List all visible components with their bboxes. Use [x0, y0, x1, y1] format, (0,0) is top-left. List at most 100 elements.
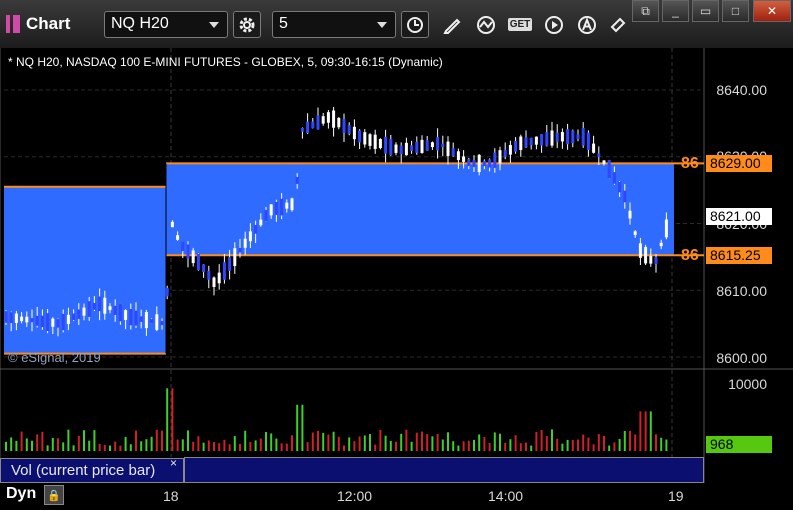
- symbol-dropdown[interactable]: NQ H20: [104, 11, 228, 38]
- candle-body: [66, 314, 70, 325]
- candle-body: [467, 159, 471, 167]
- candle-body: [191, 250, 195, 264]
- studies-button[interactable]: [472, 11, 500, 38]
- candle-body: [14, 313, 18, 323]
- price-axis-label: 8640.00: [716, 82, 767, 98]
- alert-a-icon: [578, 15, 596, 34]
- candle-body: [659, 242, 663, 247]
- gear-icon: [239, 17, 255, 32]
- candle-body: [160, 321, 164, 326]
- price-chart[interactable]: [0, 0, 793, 510]
- get-label: GET: [507, 18, 533, 31]
- candle-body: [363, 132, 367, 145]
- interval-value: 5: [279, 15, 288, 32]
- lock-button[interactable]: 🔒: [44, 485, 64, 505]
- minimize-window-button[interactable]: _: [662, 0, 689, 22]
- alert-button[interactable]: [573, 11, 601, 38]
- time-axis-label: 12:00: [337, 488, 373, 504]
- maximize-window-button[interactable]: □: [722, 0, 749, 22]
- candle-body: [534, 136, 538, 145]
- candle-body: [98, 296, 102, 312]
- candle-body: [311, 121, 315, 129]
- candle-body: [337, 117, 341, 128]
- candle-body: [618, 182, 622, 193]
- candle-body: [633, 231, 637, 235]
- candle-body: [87, 301, 91, 317]
- pin-icon: ▭: [699, 4, 712, 18]
- candle-body: [394, 144, 398, 153]
- price-axis-label: 8600.00: [716, 350, 767, 366]
- close-icon[interactable]: ×: [170, 456, 177, 470]
- candle-body: [300, 127, 304, 132]
- candle-body: [243, 238, 247, 248]
- candle-body: [290, 198, 294, 211]
- candle-body: [170, 221, 174, 228]
- candle-body: [368, 134, 372, 146]
- candle-body: [347, 125, 351, 134]
- candle-body: [316, 115, 320, 130]
- candle-body: [222, 262, 226, 280]
- watermark: © eSignal, 2019: [8, 350, 101, 365]
- candle-body: [644, 246, 648, 264]
- candle-body: [295, 176, 299, 184]
- candle-body: [550, 130, 554, 146]
- candle-body: [129, 309, 133, 326]
- lower-level-tag: 8615.25: [706, 247, 772, 264]
- dynamic-button[interactable]: Dyn: [6, 485, 36, 503]
- price-zone-early: [4, 186, 166, 354]
- candle-body: [9, 312, 13, 323]
- restore-window-button[interactable]: ⧉: [632, 0, 659, 22]
- lower-level-marker: 86: [681, 247, 699, 264]
- candle-body: [566, 129, 570, 145]
- play-button[interactable]: [540, 11, 568, 38]
- draw-button[interactable]: [438, 11, 466, 38]
- candle-body: [352, 126, 356, 140]
- chart-title: Chart: [6, 12, 70, 36]
- candle-body: [181, 241, 185, 252]
- candle-body: [51, 318, 55, 327]
- candle-body: [477, 154, 481, 173]
- candle-body: [144, 312, 148, 329]
- settings-button[interactable]: [233, 11, 261, 38]
- candle-body: [384, 136, 388, 154]
- candle-body: [378, 139, 382, 149]
- candle-body: [269, 204, 273, 216]
- candle-body: [592, 143, 596, 153]
- volume-study-label[interactable]: Vol (current price bar): [0, 458, 184, 483]
- candle-body: [508, 144, 512, 155]
- play-icon: [545, 15, 563, 34]
- candle-body: [545, 132, 549, 146]
- candle-body: [576, 134, 580, 140]
- link-button[interactable]: [604, 11, 632, 38]
- candle-body: [254, 224, 258, 234]
- volume-study-band: [184, 457, 704, 483]
- volume-current-tag: 968: [706, 436, 772, 453]
- candle-body: [176, 235, 180, 240]
- candle-body: [498, 150, 502, 164]
- candle-body: [560, 132, 564, 142]
- time-button[interactable]: [401, 11, 429, 38]
- candle-body: [233, 248, 237, 267]
- candle-body: [399, 145, 403, 155]
- pin-window-button[interactable]: ▭: [692, 0, 719, 22]
- candle-body: [217, 272, 221, 284]
- candle-body: [108, 306, 112, 310]
- price-zone-late: [166, 163, 674, 256]
- candle-body: [514, 141, 518, 152]
- candle-body: [280, 198, 284, 216]
- candle-body: [571, 130, 575, 144]
- close-icon: ✕: [766, 4, 778, 18]
- close-window-button[interactable]: ✕: [753, 0, 791, 22]
- candle-body: [586, 132, 590, 150]
- candle-body: [420, 139, 424, 153]
- candle-body: [425, 140, 429, 151]
- symbol-description: * NQ H20, NASDAQ 100 E-MINI FUTURES - GL…: [8, 55, 443, 69]
- candle-body: [155, 314, 159, 330]
- chevron-down-icon: [209, 22, 219, 28]
- get-button[interactable]: GET: [506, 11, 534, 38]
- time-axis-label: 18: [163, 488, 179, 504]
- candle-body: [77, 309, 81, 319]
- chart-background: [0, 48, 793, 484]
- maximize-icon: □: [731, 4, 740, 18]
- interval-dropdown[interactable]: 5: [272, 11, 396, 38]
